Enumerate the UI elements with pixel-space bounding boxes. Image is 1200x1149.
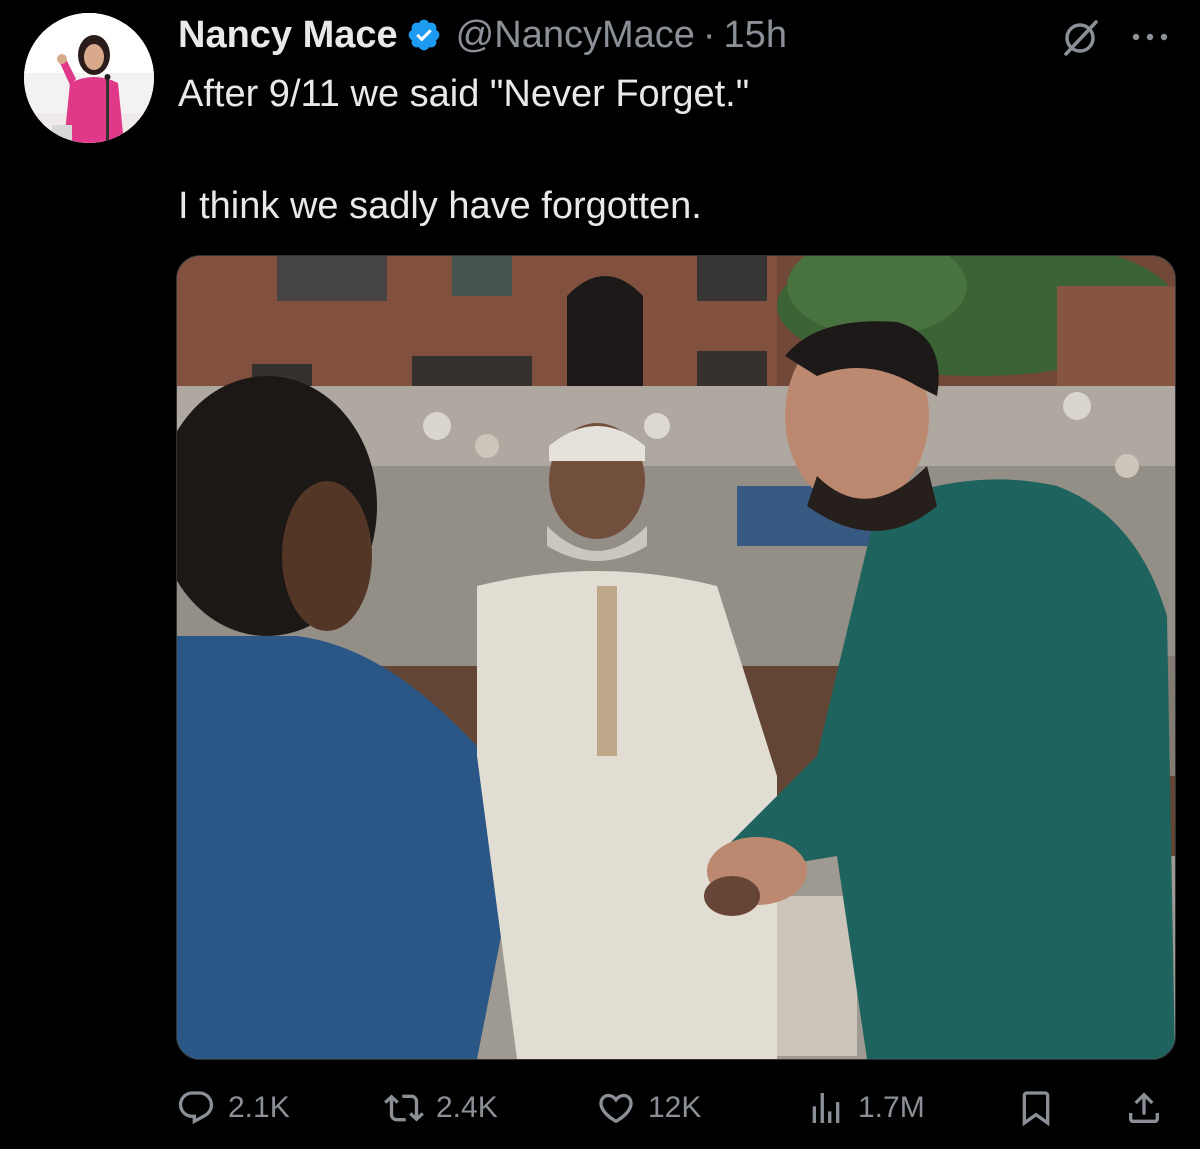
tweet-actions: 2.1K 2.4K 12K 1.7M — [0, 1078, 1200, 1138]
tweet-text: After 9/11 we said "Never Forget." I thi… — [178, 66, 1168, 234]
verified-badge-icon — [408, 19, 440, 51]
like-button[interactable]: 12K — [596, 1078, 701, 1138]
repost-count: 2.4K — [436, 1091, 498, 1124]
more-icon[interactable] — [1128, 22, 1172, 52]
reply-icon — [178, 1091, 214, 1125]
separator-dot: · — [702, 13, 716, 56]
tweet[interactable]: Nancy Mace @NancyMace · 15h After 9/11 w… — [0, 0, 1200, 1149]
like-count: 12K — [648, 1091, 702, 1124]
tweet-text-line: After 9/11 we said "Never Forget." — [178, 73, 750, 115]
avatar[interactable] — [24, 13, 154, 143]
repost-button[interactable]: 2.4K — [384, 1078, 498, 1138]
heart-icon — [599, 1093, 633, 1124]
views-button[interactable]: 1.7M — [806, 1078, 925, 1138]
bookmark-button[interactable] — [1016, 1078, 1056, 1138]
avatar-image — [24, 13, 154, 143]
user-handle[interactable]: @NancyMace — [456, 14, 695, 57]
grok-icon[interactable] — [1058, 16, 1102, 60]
reply-button[interactable]: 2.1K — [176, 1078, 290, 1138]
share-button[interactable] — [1124, 1078, 1164, 1138]
reply-count: 2.1K — [228, 1091, 290, 1124]
timestamp[interactable]: 15h — [724, 14, 787, 57]
bookmark-icon — [1022, 1091, 1050, 1127]
display-name[interactable]: Nancy Mace — [178, 14, 398, 57]
photo-image — [177, 256, 1175, 1059]
tweet-header: Nancy Mace @NancyMace · 15h — [178, 10, 787, 60]
share-icon — [1129, 1092, 1159, 1123]
repost-icon — [384, 1094, 424, 1122]
views-icon — [812, 1093, 840, 1123]
view-count: 1.7M — [858, 1091, 925, 1124]
tweet-photo[interactable] — [176, 255, 1176, 1060]
tweet-text-line: I think we sadly have forgotten. — [178, 185, 702, 227]
